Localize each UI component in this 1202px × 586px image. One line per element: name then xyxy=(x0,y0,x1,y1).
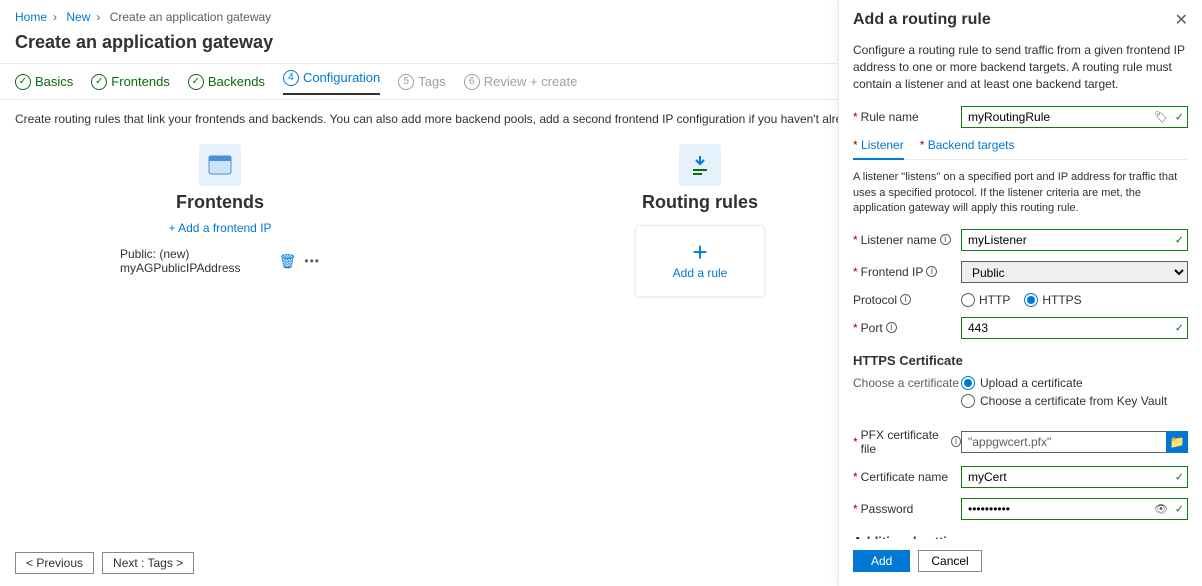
panel-title: Add a routing rule xyxy=(853,11,991,29)
pfx-label: PFX certificate file xyxy=(861,428,948,456)
breadcrumb-home[interactable]: Home xyxy=(15,10,47,24)
tab-backends[interactable]: ✓Backends xyxy=(188,74,265,90)
check-icon: ✓ xyxy=(1175,233,1184,246)
frontends-title: Frontends xyxy=(176,192,264,213)
cancel-button[interactable]: Cancel xyxy=(918,550,981,572)
routing-title: Routing rules xyxy=(642,192,758,213)
routing-column: Routing rules + Add a rule xyxy=(600,144,800,297)
info-icon[interactable]: i xyxy=(940,234,951,245)
close-icon[interactable]: ✕ xyxy=(1175,10,1188,30)
listener-name-label: Listener name xyxy=(861,233,937,247)
tab-frontends[interactable]: ✓Frontends xyxy=(91,74,170,90)
tab-configuration[interactable]: 4Configuration xyxy=(283,70,380,95)
info-icon[interactable]: i xyxy=(900,294,911,305)
check-icon: ✓ xyxy=(1175,111,1184,124)
frontends-column: Frontends + Add a frontend IP Public: (n… xyxy=(120,144,320,297)
sub-tab-listener[interactable]: * Listener xyxy=(853,138,904,160)
info-icon[interactable]: i xyxy=(951,436,961,447)
check-icon: ✓ xyxy=(1175,470,1184,483)
delete-icon[interactable]: 🗑 xyxy=(279,253,297,270)
port-input[interactable] xyxy=(961,317,1188,339)
pfx-file-input[interactable] xyxy=(961,431,1188,453)
check-icon: ✓ xyxy=(1175,502,1184,515)
rule-name-label: Rule name xyxy=(861,110,919,124)
routing-icon xyxy=(679,144,721,186)
add-frontend-link[interactable]: + Add a frontend IP xyxy=(168,221,271,235)
add-button[interactable]: Add xyxy=(853,550,910,572)
protocol-http-radio[interactable]: HTTP xyxy=(961,293,1010,307)
tab-basics[interactable]: ✓Basics xyxy=(15,74,73,90)
add-routing-rule-panel: Add a routing rule ✕ Configure a routing… xyxy=(838,0,1202,586)
https-cert-heading: HTTPS Certificate xyxy=(853,353,1188,368)
cert-keyvault-radio[interactable]: Choose a certificate from Key Vault xyxy=(961,394,1167,408)
add-rule-card[interactable]: + Add a rule xyxy=(635,225,765,297)
folder-icon[interactable]: 📁 xyxy=(1166,431,1188,453)
tab-tags[interactable]: 5Tags xyxy=(398,74,445,90)
cert-name-input[interactable] xyxy=(961,466,1188,488)
panel-description: Configure a routing rule to send traffic… xyxy=(853,42,1188,92)
frontends-icon xyxy=(199,144,241,186)
eye-icon[interactable]: 👁 xyxy=(1154,502,1168,515)
frontend-label: Public: (new) myAGPublicIPAddress xyxy=(120,247,271,275)
breadcrumb-new[interactable]: New xyxy=(66,10,90,24)
add-rule-label: Add a rule xyxy=(673,266,728,280)
password-label: Password xyxy=(861,502,914,516)
plus-icon: + xyxy=(692,242,707,262)
sub-tab-backend[interactable]: * Backend targets xyxy=(920,138,1015,159)
tab-review[interactable]: 6Review + create xyxy=(464,74,578,90)
next-button[interactable]: Next : Tags > xyxy=(102,552,194,574)
breadcrumb-current: Create an application gateway xyxy=(110,10,271,24)
listener-name-input[interactable] xyxy=(961,229,1188,251)
check-icon: ✓ xyxy=(1175,321,1184,334)
frontend-row: Public: (new) myAGPublicIPAddress 🗑 ••• xyxy=(120,247,320,275)
tag-icon: 🏷 xyxy=(1154,111,1168,124)
footer-nav: < Previous Next : Tags > xyxy=(15,552,194,574)
protocol-label: Protocol xyxy=(853,293,897,307)
cert-upload-radio[interactable]: Upload a certificate xyxy=(961,376,1167,390)
choose-cert-label: Choose a certificate xyxy=(853,376,959,390)
listener-description: A listener "listens" on a specified port… xyxy=(853,170,1188,216)
info-icon[interactable]: i xyxy=(886,322,897,333)
info-icon[interactable]: i xyxy=(926,266,937,277)
protocol-https-radio[interactable]: HTTPS xyxy=(1024,293,1081,307)
frontend-ip-select[interactable]: Public xyxy=(961,261,1188,283)
more-icon[interactable]: ••• xyxy=(304,254,320,268)
port-label: Port xyxy=(861,321,883,335)
previous-button[interactable]: < Previous xyxy=(15,552,94,574)
frontend-ip-label: Frontend IP xyxy=(861,265,924,279)
cert-name-label: Certificate name xyxy=(861,470,948,484)
